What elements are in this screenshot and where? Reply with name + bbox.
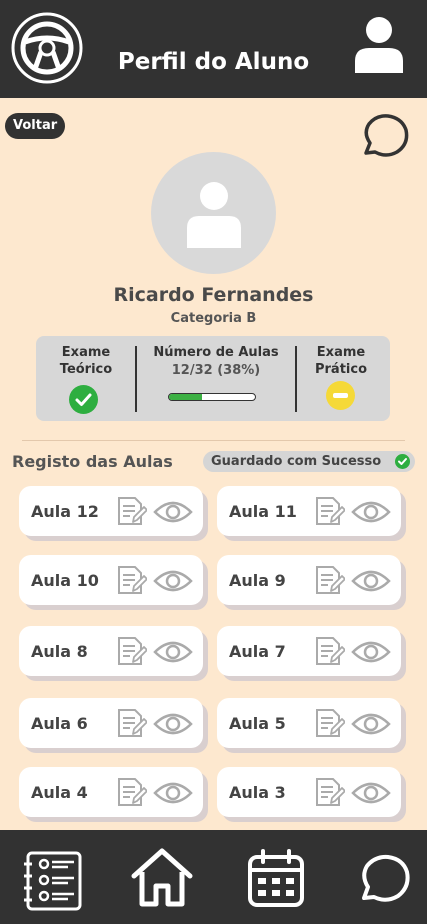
view-eye-icon[interactable] <box>153 569 193 593</box>
approved-check-icon <box>69 385 98 414</box>
chat-bubble-icon[interactable] <box>358 854 412 906</box>
lesson-card[interactable]: Aula 9 <box>217 555 401 605</box>
lessons-count-column: Número de Aulas 12/32 (38%) <box>136 336 296 421</box>
lesson-label: Aula 3 <box>229 783 286 802</box>
edit-document-icon[interactable] <box>313 635 345 667</box>
user-icon[interactable] <box>351 15 407 75</box>
lessons-progress-fill <box>169 394 202 400</box>
view-eye-icon[interactable] <box>351 640 391 664</box>
bottom-nav-bar <box>0 830 427 924</box>
home-icon[interactable] <box>130 846 194 908</box>
chat-bubble-icon[interactable] <box>360 113 410 161</box>
theory-exam-label: Exame Teórico <box>59 345 113 377</box>
edit-document-icon[interactable] <box>313 495 345 527</box>
saved-status-label: Guardado com Sucesso <box>211 454 382 469</box>
edit-document-icon[interactable] <box>313 564 345 596</box>
student-category: Categoria B <box>170 311 257 326</box>
saved-check-icon <box>395 454 410 469</box>
section-title: Registo das Aulas <box>12 452 173 471</box>
view-eye-icon[interactable] <box>153 781 193 805</box>
user-placeholder-icon <box>187 182 241 248</box>
view-eye-icon[interactable] <box>153 712 193 736</box>
exam-status-card: Exame Teórico Número de Aulas 12/32 (38%… <box>36 336 390 421</box>
view-eye-icon[interactable] <box>351 712 391 736</box>
lesson-label: Aula 4 <box>31 783 88 802</box>
practical-exam-label: Exame Prático <box>314 345 368 377</box>
avatar <box>151 152 276 274</box>
section-divider <box>22 440 405 441</box>
lesson-label: Aula 11 <box>229 502 297 521</box>
edit-document-icon[interactable] <box>115 707 147 739</box>
student-name: Ricardo Fernandes <box>113 284 314 306</box>
edit-document-icon[interactable] <box>115 495 147 527</box>
lesson-label: Aula 7 <box>229 642 286 661</box>
lesson-label: Aula 6 <box>31 714 88 733</box>
lesson-label: Aula 8 <box>31 642 88 661</box>
view-eye-icon[interactable] <box>351 781 391 805</box>
view-eye-icon[interactable] <box>153 500 193 524</box>
lessons-count-label: Número de Aulas <box>153 345 279 360</box>
lesson-card[interactable]: Aula 10 <box>19 555 203 605</box>
lesson-label: Aula 5 <box>229 714 286 733</box>
pending-status-icon <box>326 381 355 410</box>
lesson-label: Aula 12 <box>31 502 99 521</box>
theory-exam-column: Exame Teórico <box>36 336 136 421</box>
lesson-card[interactable]: Aula 7 <box>217 626 401 676</box>
edit-document-icon[interactable] <box>313 776 345 808</box>
lesson-label: Aula 10 <box>31 571 99 590</box>
view-eye-icon[interactable] <box>351 500 391 524</box>
back-button[interactable]: Voltar <box>5 113 66 139</box>
lesson-card[interactable]: Aula 11 <box>217 486 401 536</box>
student-list-icon[interactable] <box>22 850 84 912</box>
lessons-count-value: 12/32 (38%) <box>171 363 261 378</box>
saved-status-badge: Guardado com Sucesso <box>203 451 415 472</box>
edit-document-icon[interactable] <box>313 707 345 739</box>
lesson-card[interactable]: Aula 12 <box>19 486 203 536</box>
edit-document-icon[interactable] <box>115 564 147 596</box>
edit-document-icon[interactable] <box>115 635 147 667</box>
lessons-progress-bar <box>168 393 256 401</box>
lesson-label: Aula 9 <box>229 571 286 590</box>
view-eye-icon[interactable] <box>153 640 193 664</box>
calendar-icon[interactable] <box>246 848 306 908</box>
lesson-card[interactable]: Aula 3 <box>217 767 401 817</box>
edit-document-icon[interactable] <box>115 776 147 808</box>
view-eye-icon[interactable] <box>351 569 391 593</box>
lesson-card[interactable]: Aula 4 <box>19 767 203 817</box>
lesson-card[interactable]: Aula 5 <box>217 698 401 748</box>
lesson-card[interactable]: Aula 8 <box>19 626 203 676</box>
lesson-card[interactable]: Aula 6 <box>19 698 203 748</box>
top-bar: Perfil do Aluno <box>0 0 427 98</box>
